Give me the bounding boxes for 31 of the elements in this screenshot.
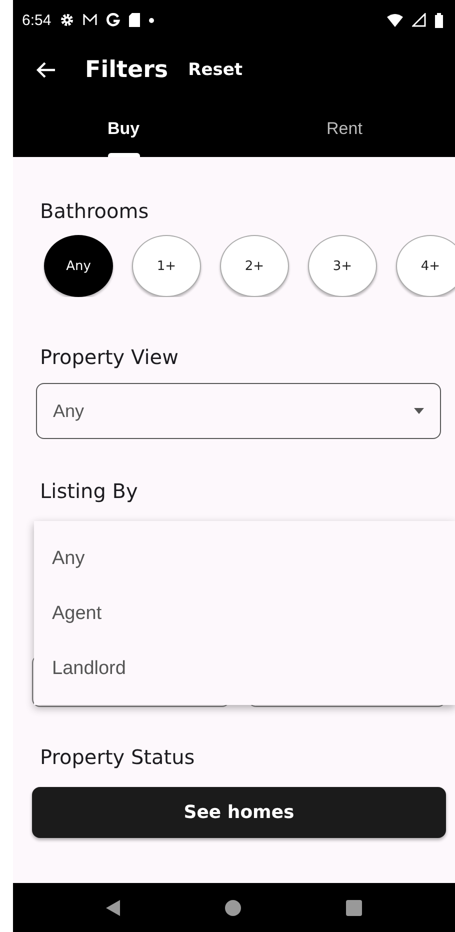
screen-title: Filters bbox=[85, 57, 168, 83]
back-triangle-icon[interactable] bbox=[106, 900, 120, 916]
section-title: Listing By bbox=[39, 479, 139, 503]
option-chip[interactable]: Any bbox=[44, 235, 113, 297]
menu-item[interactable]: Landlord bbox=[34, 641, 455, 696]
status-time: 6:54 bbox=[22, 12, 52, 28]
see-homes-button[interactable]: See homes bbox=[32, 787, 446, 838]
mail-icon bbox=[83, 14, 98, 26]
gear-icon bbox=[60, 13, 74, 27]
menu-item[interactable]: Any bbox=[34, 531, 455, 586]
dot-icon bbox=[149, 18, 154, 22]
option-chip[interactable]: 2+ bbox=[220, 235, 289, 297]
g-letter-icon bbox=[106, 13, 120, 27]
dropdown-field[interactable]: Any bbox=[36, 383, 441, 439]
signal-icon bbox=[412, 13, 426, 27]
option-chip[interactable]: 3+ bbox=[308, 235, 377, 297]
dropdown-caret-icon bbox=[414, 408, 424, 414]
sd-card-icon bbox=[129, 13, 140, 27]
tab[interactable]: Rent bbox=[234, 100, 455, 157]
section-title: Bathrooms bbox=[39, 199, 150, 223]
recents-square-icon[interactable] bbox=[346, 900, 362, 916]
tab[interactable]: Buy bbox=[13, 100, 234, 157]
section-title: Property Status bbox=[39, 745, 196, 769]
section-title: Property View bbox=[39, 345, 180, 369]
option-chip[interactable]: 1+ bbox=[132, 235, 201, 297]
battery-icon bbox=[435, 12, 443, 28]
reset-button[interactable]: Reset bbox=[188, 60, 243, 80]
home-circle-icon[interactable] bbox=[224, 900, 241, 916]
wifi-icon bbox=[387, 14, 403, 26]
option-chip[interactable]: 4+ bbox=[396, 235, 455, 297]
menu-item[interactable]: Agent bbox=[34, 586, 455, 641]
